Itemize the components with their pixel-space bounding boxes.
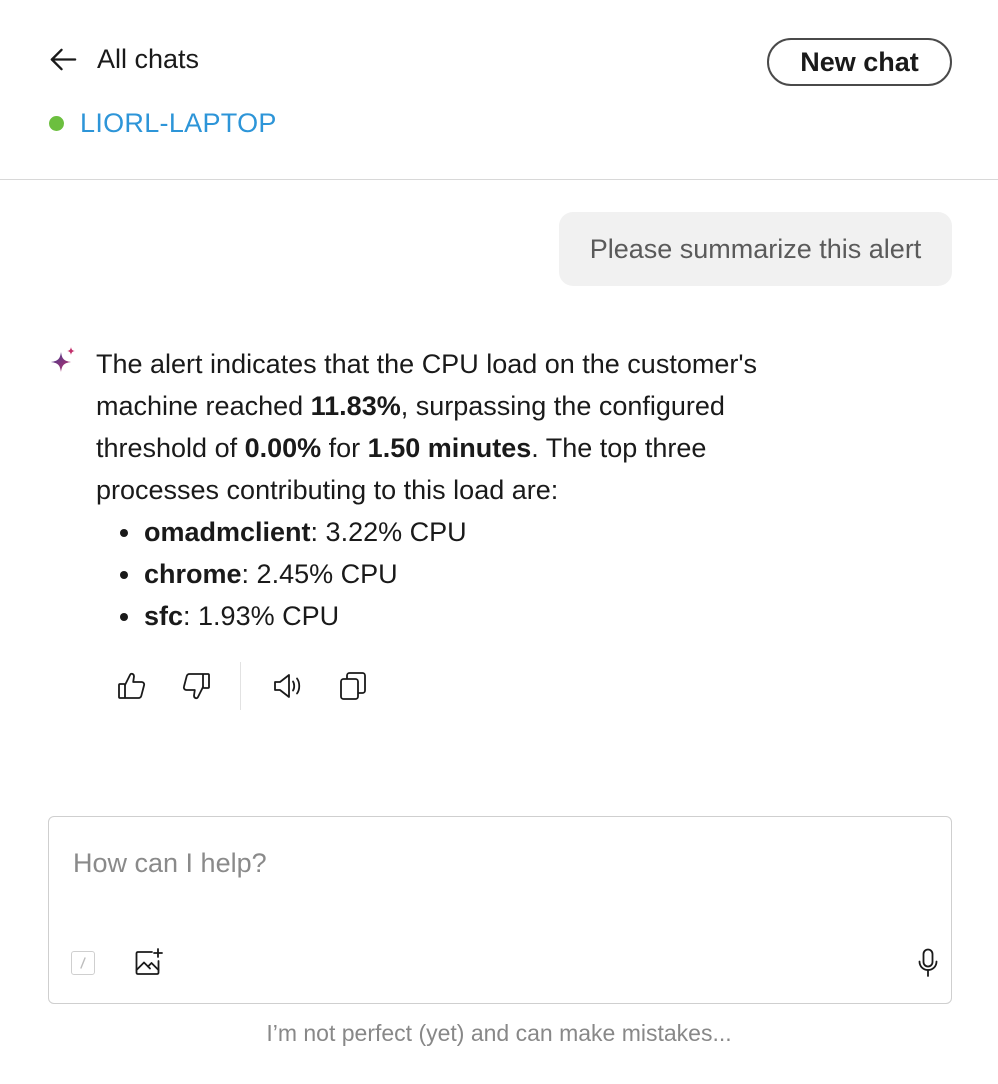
actions-divider <box>240 662 241 710</box>
copy-button[interactable] <box>335 668 371 704</box>
thumbs-up-button[interactable] <box>114 668 150 704</box>
process-list-item: chrome: 2.45% CPU <box>116 553 816 595</box>
process-name: omadmclient <box>144 517 311 547</box>
duration-value: 1.50 minutes <box>367 433 532 463</box>
back-to-all-chats-link[interactable]: All chats <box>48 44 199 75</box>
process-cpu: : 3.22% CPU <box>310 517 467 547</box>
add-image-icon[interactable] <box>133 947 163 977</box>
chat-header: All chats New chat LIORL-LAPTOP <box>0 0 998 180</box>
slash-icon <box>80 957 86 969</box>
process-name: chrome <box>144 559 242 589</box>
message-input[interactable] <box>73 843 923 883</box>
thumbs-down-button[interactable] <box>178 668 214 704</box>
slash-commands-button[interactable] <box>71 951 95 975</box>
chat-panel: All chats New chat LIORL-LAPTOP Please s… <box>0 0 998 1084</box>
threshold-value: 0.00% <box>244 433 322 463</box>
thumbs-down-icon <box>182 673 210 700</box>
microphone-icon[interactable] <box>915 947 941 979</box>
process-cpu: : 1.93% CPU <box>183 601 340 631</box>
read-aloud-button[interactable] <box>269 668 305 704</box>
user-message-bubble: Please summarize this alert <box>559 212 952 286</box>
device-indicator: LIORL-LAPTOP <box>49 108 277 139</box>
device-name-link[interactable]: LIORL-LAPTOP <box>80 108 277 139</box>
process-list-item: omadmclient: 3.22% CPU <box>116 511 816 553</box>
cpu-load-value: 11.83% <box>310 391 401 421</box>
arrow-left-icon <box>50 48 77 71</box>
copy-icon <box>340 672 366 700</box>
online-status-dot <box>49 116 64 131</box>
process-name: sfc <box>144 601 184 631</box>
disclaimer-text: I’m not perfect (yet) and can make mista… <box>266 1020 732 1046</box>
speaker-icon <box>274 674 301 698</box>
assistant-message: The alert indicates that the CPU load on… <box>96 343 816 637</box>
process-list: omadmclient: 3.22% CPU chrome: 2.45% CPU… <box>116 511 816 637</box>
message-actions <box>114 662 371 710</box>
back-label: All chats <box>97 44 200 74</box>
new-chat-button[interactable]: New chat <box>767 38 952 86</box>
assistant-text-segment: for <box>321 433 368 463</box>
process-list-item: sfc: 1.93% CPU <box>116 595 816 637</box>
thumbs-up-icon <box>118 672 146 699</box>
process-cpu: : 2.45% CPU <box>241 559 398 589</box>
sparkle-icon <box>51 347 75 372</box>
message-composer <box>48 816 952 1004</box>
